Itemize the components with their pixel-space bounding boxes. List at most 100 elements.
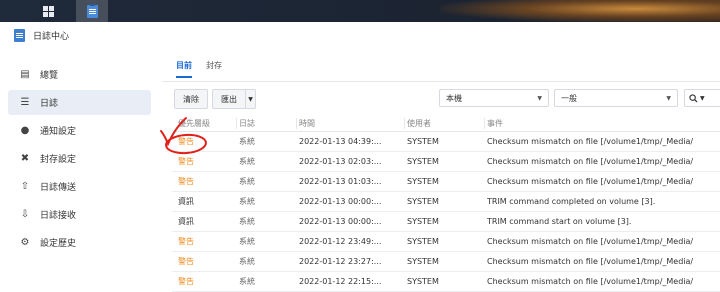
time-cell: 2022-01-13 00:00:... bbox=[299, 197, 382, 206]
download-icon: ⇩ bbox=[20, 209, 30, 220]
tab-archive[interactable]: 封存 bbox=[206, 60, 222, 78]
desktop-wallpaper bbox=[440, 0, 720, 22]
search-icon bbox=[689, 93, 698, 103]
table-row[interactable]: 警告 系統 2022-01-13 02:03:... SYSTEM Checksum m… bbox=[172, 152, 720, 172]
priority-cell: 警告 bbox=[178, 237, 194, 246]
priority-cell: 資訊 bbox=[178, 217, 194, 226]
user-cell: SYSTEM bbox=[407, 257, 439, 266]
sidebar-item-logs[interactable]: ☰ 日誌 bbox=[8, 90, 151, 115]
sidebar-item-overview[interactable]: ▤ 總覽 bbox=[8, 62, 151, 87]
sidebar-item-settings-history[interactable]: ⚙ 設定歷史 bbox=[8, 230, 151, 255]
priority-cell: 警告 bbox=[178, 137, 194, 146]
event-cell: Checksum mismatch on file [/volume1/tmp/… bbox=[487, 237, 694, 246]
table-row[interactable]: 警告 系統 2022-01-13 04:39:... SYSTEM Checksum m… bbox=[172, 132, 720, 152]
time-cell: 2022-01-13 02:03:... bbox=[299, 157, 382, 166]
log-cell: 系統 bbox=[239, 177, 255, 186]
window-titlebar: 日誌中心 bbox=[0, 22, 720, 48]
event-cell: Checksum mismatch on file [/volume1/tmp/… bbox=[487, 137, 694, 146]
sidebar-item-log-receiving[interactable]: ⇩ 日誌接收 bbox=[8, 202, 151, 227]
chevron-down-icon[interactable]: ▼ bbox=[246, 90, 255, 108]
window-title: 日誌中心 bbox=[33, 31, 70, 42]
chevron-down-icon: ▼ bbox=[537, 94, 542, 102]
sidebar-item-label: 總覽 bbox=[40, 71, 59, 81]
event-cell: Checksum mismatch on file [/volume1/tmp/… bbox=[487, 177, 694, 186]
sidebar-item-label: 封存設定 bbox=[40, 155, 77, 165]
column-header-event[interactable]: 事件 bbox=[487, 116, 503, 131]
clear-button[interactable]: 清除 bbox=[174, 89, 208, 109]
sidebar-item-notification-settings[interactable]: ● 通知設定 bbox=[8, 118, 151, 143]
level-select-value: 一般 bbox=[561, 93, 577, 103]
priority-cell: 警告 bbox=[178, 177, 194, 186]
sidebar-item-label: 日誌 bbox=[40, 99, 59, 109]
gear-icon: ⚙ bbox=[20, 237, 30, 248]
column-divider bbox=[296, 118, 297, 129]
table-header: 優先層級 日誌 時間 使用者 事件 bbox=[172, 116, 720, 132]
log-cell: 系統 bbox=[239, 197, 255, 206]
taskbar bbox=[0, 0, 720, 22]
column-header-log[interactable]: 日誌 bbox=[239, 116, 255, 131]
table-row[interactable]: 資訊 系統 2022-01-13 00:00:... SYSTEM TRIM comma… bbox=[172, 212, 720, 232]
table-row[interactable]: 警告 系統 2022-01-13 01:03:... SYSTEM Checksum m… bbox=[172, 172, 720, 192]
export-button-label[interactable]: 匯出 bbox=[213, 90, 246, 108]
level-select[interactable]: 一般 ▼ bbox=[554, 89, 678, 107]
user-cell: SYSTEM bbox=[407, 137, 439, 146]
log-cell: 系統 bbox=[239, 217, 255, 226]
time-cell: 2022-01-13 04:39:... bbox=[299, 137, 382, 146]
time-cell: 2022-01-12 23:27:... bbox=[299, 257, 382, 266]
search-input[interactable]: ▼ bbox=[684, 89, 720, 107]
user-cell: SYSTEM bbox=[407, 177, 439, 186]
column-divider bbox=[236, 118, 237, 129]
user-cell: SYSTEM bbox=[407, 197, 439, 206]
time-cell: 2022-01-13 00:00:... bbox=[299, 217, 382, 226]
chevron-down-icon: ▼ bbox=[666, 94, 671, 102]
table-row[interactable]: 資訊 系統 2022-01-13 00:00:... SYSTEM TRIM comma… bbox=[172, 192, 720, 212]
user-cell: SYSTEM bbox=[407, 277, 439, 286]
sidebar-item-log-sending[interactable]: ⇧ 日誌傳送 bbox=[8, 174, 151, 199]
column-header-priority[interactable]: 優先層級 bbox=[178, 116, 210, 131]
sidebar-item-label: 通知設定 bbox=[40, 127, 77, 137]
priority-cell: 資訊 bbox=[178, 197, 194, 206]
main-menu-button[interactable] bbox=[32, 0, 64, 22]
column-header-user[interactable]: 使用者 bbox=[407, 116, 431, 131]
chevron-down-icon: ▼ bbox=[700, 94, 705, 102]
sidebar-item-label: 日誌接收 bbox=[40, 211, 77, 221]
list-icon: ☰ bbox=[20, 97, 30, 108]
tab-divider bbox=[162, 81, 720, 82]
user-cell: SYSTEM bbox=[407, 157, 439, 166]
main-panel: 目前 封存 清除 匯出 ▼ 本機 ▼ 一般 ▼ ▼ 優先層級 日誌 時間 使用者… bbox=[162, 48, 720, 292]
event-cell: Checksum mismatch on file [/volume1/tmp/… bbox=[487, 157, 694, 166]
source-select-value: 本機 bbox=[446, 93, 462, 103]
log-cell: 系統 bbox=[239, 237, 255, 246]
sidebar-item-label: 日誌傳送 bbox=[40, 183, 77, 193]
log-center-app-icon bbox=[14, 28, 25, 42]
time-cell: 2022-01-13 01:03:... bbox=[299, 177, 382, 186]
event-cell: TRIM command completed on volume [3]. bbox=[487, 197, 656, 206]
sidebar-item-archive-settings[interactable]: ✖ 封存設定 bbox=[8, 146, 151, 171]
table-row[interactable]: 警告 系統 2022-01-12 23:27:... SYSTEM Checksum m… bbox=[172, 252, 720, 272]
tab-bar: 目前 封存 bbox=[176, 60, 236, 78]
priority-cell: 警告 bbox=[178, 277, 194, 286]
log-cell: 系統 bbox=[239, 157, 255, 166]
priority-cell: 警告 bbox=[178, 157, 194, 166]
log-cell: 系統 bbox=[239, 277, 255, 286]
chat-icon: ● bbox=[20, 125, 30, 136]
event-cell: Checksum mismatch on file [/volume1/tmp/… bbox=[487, 257, 694, 266]
column-header-time[interactable]: 時間 bbox=[299, 116, 315, 131]
tab-current[interactable]: 目前 bbox=[176, 60, 192, 78]
user-cell: SYSTEM bbox=[407, 237, 439, 246]
table-row[interactable]: 警告 系統 2022-01-12 22:15:... SYSTEM Checksum m… bbox=[172, 272, 720, 292]
time-cell: 2022-01-12 23:49:... bbox=[299, 237, 382, 246]
taskbar-log-center-button[interactable] bbox=[76, 0, 108, 22]
tools-icon: ✖ bbox=[20, 153, 30, 164]
grid-icon bbox=[42, 5, 54, 17]
event-cell: TRIM command start on volume [3]. bbox=[487, 217, 632, 226]
source-select[interactable]: 本機 ▼ bbox=[439, 89, 549, 107]
column-divider bbox=[484, 118, 485, 129]
time-cell: 2022-01-12 22:15:... bbox=[299, 277, 382, 286]
log-center-icon bbox=[86, 3, 98, 18]
export-button[interactable]: 匯出 ▼ bbox=[212, 89, 256, 109]
table-row[interactable]: 警告 系統 2022-01-12 23:49:... SYSTEM Checksum m… bbox=[172, 232, 720, 252]
priority-cell: 警告 bbox=[178, 257, 194, 266]
log-cell: 系統 bbox=[239, 137, 255, 146]
event-cell: Checksum mismatch on file [/volume1/tmp/… bbox=[487, 277, 694, 286]
